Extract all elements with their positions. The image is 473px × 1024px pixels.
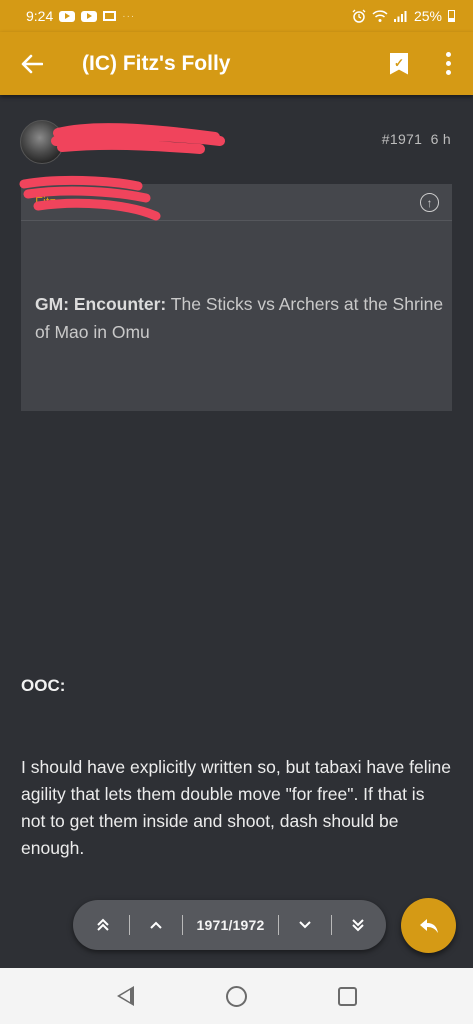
post-counter[interactable]: 1971/1972 bbox=[197, 917, 265, 933]
topic-title: (IC) Fitz's Folly bbox=[82, 51, 231, 75]
double-chevron-down-icon bbox=[352, 919, 364, 932]
pager-divider bbox=[181, 915, 183, 935]
circle-home-icon bbox=[226, 985, 247, 1007]
status-bar: 9:24 ··· 25% bbox=[0, 0, 473, 32]
quote-label: GM: Encounter: bbox=[35, 294, 167, 314]
pager-divider bbox=[278, 915, 280, 935]
last-post-button[interactable] bbox=[346, 913, 370, 937]
notification-dots: ··· bbox=[122, 10, 136, 22]
more-options-button[interactable] bbox=[423, 32, 473, 95]
pager-divider bbox=[128, 915, 130, 935]
chevron-down-icon bbox=[299, 921, 311, 929]
post-age: 6 h bbox=[430, 131, 451, 147]
post-meta: #1971 6 h bbox=[382, 131, 451, 147]
back-button[interactable] bbox=[0, 32, 64, 95]
reply-button[interactable] bbox=[401, 898, 456, 953]
youtube-icon bbox=[59, 10, 76, 22]
post-pager: 1971/1972 bbox=[73, 900, 386, 950]
arrow-up-circle-icon[interactable]: ↑ bbox=[420, 193, 439, 212]
mail-icon bbox=[103, 11, 117, 21]
redaction-scribble bbox=[51, 123, 225, 154]
more-vert-icon bbox=[445, 52, 451, 57]
post-header: Serafina #1971 6 h bbox=[0, 115, 473, 167]
ooc-heading: OOC: bbox=[21, 676, 66, 695]
square-recents-icon bbox=[338, 986, 357, 1006]
battery-icon bbox=[448, 10, 455, 22]
wifi-icon bbox=[372, 9, 388, 22]
system-nav-bar bbox=[0, 968, 473, 1024]
chevron-up-icon bbox=[150, 921, 162, 929]
next-post-button[interactable] bbox=[293, 913, 317, 937]
signal-icon bbox=[393, 11, 407, 22]
app-bar: (IC) Fitz's Folly ✓ bbox=[0, 32, 473, 95]
double-chevron-up-icon bbox=[97, 918, 109, 931]
redaction-scribble bbox=[19, 175, 161, 221]
bookmark-check-icon: ✓ bbox=[390, 52, 408, 75]
nav-back-button[interactable] bbox=[111, 981, 141, 1011]
prev-post-button[interactable] bbox=[144, 913, 168, 937]
quote-text: GM: Encounter: The Sticks vs Archers at … bbox=[35, 290, 445, 346]
alarm-icon bbox=[352, 9, 366, 23]
triangle-back-icon bbox=[117, 986, 134, 1006]
post-body: I should have explicitly written so, but… bbox=[21, 757, 451, 858]
reply-icon bbox=[419, 918, 438, 933]
bookmark-button[interactable]: ✓ bbox=[375, 32, 423, 95]
nav-recents-button[interactable] bbox=[333, 981, 363, 1011]
battery-percent: 25% bbox=[413, 8, 442, 24]
post-number: #1971 bbox=[381, 131, 423, 147]
pager-divider bbox=[331, 915, 333, 935]
youtube-icon bbox=[81, 10, 98, 22]
nav-home-button[interactable] bbox=[222, 981, 252, 1011]
status-time: 9:24 bbox=[26, 8, 54, 24]
arrow-left-icon bbox=[21, 54, 43, 73]
first-post-button[interactable] bbox=[91, 913, 115, 937]
